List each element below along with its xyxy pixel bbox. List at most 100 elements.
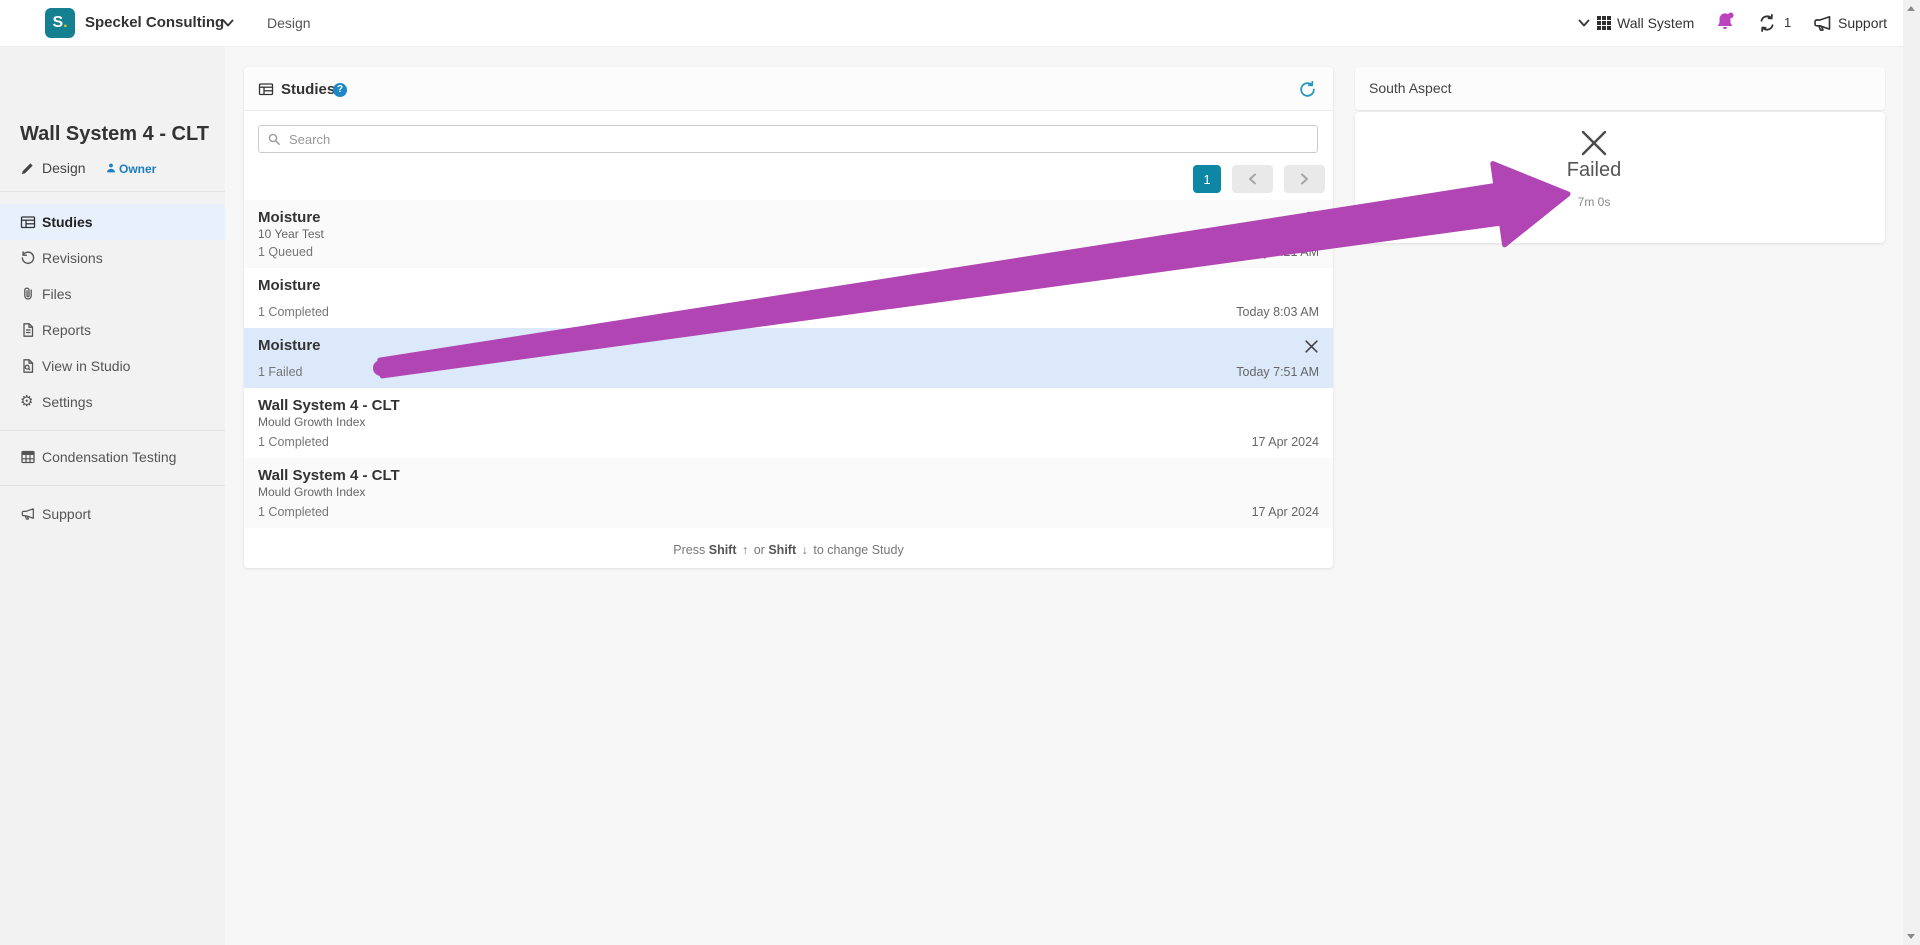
aspect-status-card: Failed 7m 0s: [1355, 112, 1885, 243]
project-title: Wall System 4 - CLT: [20, 123, 220, 146]
workspace-grid-icon[interactable]: [1596, 15, 1612, 31]
duration-label: 7m 0s: [1329, 195, 1859, 209]
study-subtitle: 10 Year Test: [258, 227, 324, 241]
study-status: 1 Failed: [258, 365, 302, 379]
sidebar-item-label: Condensation Testing: [42, 449, 176, 465]
notification-bell-icon[interactable]: [1714, 11, 1736, 33]
aspect-status-content: Failed 7m 0s: [1329, 128, 1859, 209]
arrow-up-icon: ↑: [740, 543, 750, 557]
status-label: Failed: [1329, 159, 1859, 182]
owner-badge[interactable]: Owner: [119, 162, 156, 176]
previous-page-button[interactable]: [1232, 165, 1273, 193]
paperclip-icon: [20, 286, 36, 302]
topnav-design[interactable]: Design: [267, 15, 311, 31]
study-timestamp: Today 7:51 AM: [1236, 365, 1319, 379]
aspect-panel-header: South Aspect: [1355, 67, 1885, 110]
study-status: 1 Completed: [258, 305, 329, 319]
arrow-down-icon: ↓: [800, 543, 810, 557]
pagination: 1: [1193, 165, 1325, 193]
sync-count: 1: [1784, 15, 1791, 30]
top-bar: S. Speckel Consulting Design Wall System…: [0, 0, 1903, 47]
sidebar-item-label: Reports: [42, 322, 91, 338]
study-title: Moisture: [258, 337, 321, 354]
sidebar-item-studies[interactable]: Studies: [0, 204, 225, 240]
sync-icon[interactable]: [1757, 13, 1777, 33]
logo-letter: S: [52, 14, 63, 32]
study-row-wallsystem-1[interactable]: Wall System 4 - CLT Mould Growth Index 1…: [244, 388, 1333, 458]
aspect-title: South Aspect: [1369, 80, 1452, 96]
logo-dot: .: [63, 14, 67, 32]
study-title: Wall System 4 - CLT: [258, 467, 400, 484]
owner-person-icon: [105, 162, 117, 174]
studies-grid-icon: [258, 81, 274, 97]
sidebar-nav: Studies Revisions Files Reports View in …: [0, 204, 225, 420]
keyboard-hint: Press Shift ↑ or Shift ↓ to change Study: [244, 543, 1333, 557]
sidebar-item-revisions[interactable]: Revisions: [0, 240, 225, 276]
study-status: 1 Queued: [258, 245, 313, 259]
study-row-moisture-failed-selected[interactable]: Moisture 1 Failed Today 7:51 AM: [244, 328, 1333, 388]
search-icon: [267, 132, 281, 146]
hint-text: to change Study: [813, 543, 903, 557]
sidebar-item-label: Files: [42, 286, 72, 302]
megaphone-icon: [20, 506, 36, 522]
refresh-icon[interactable]: [1298, 80, 1317, 99]
workspace-chevron-down-icon[interactable]: [1578, 19, 1590, 28]
table-icon: [20, 449, 36, 465]
study-status: 1 Completed: [258, 435, 329, 449]
study-title: Moisture: [258, 209, 321, 226]
sidebar-item-label: Revisions: [42, 250, 103, 266]
study-row-wallsystem-2[interactable]: Wall System 4 - CLT Mould Growth Index 1…: [244, 458, 1333, 528]
hourglass-icon: [1305, 211, 1319, 225]
support-megaphone-icon[interactable]: [1812, 13, 1833, 34]
hint-text: Press: [673, 543, 705, 557]
studies-panel-header: Studies ?: [244, 67, 1333, 111]
study-row-moisture-queued[interactable]: Moisture 10 Year Test 1 Queued Today 8:2…: [244, 200, 1333, 268]
scroll-up-arrow[interactable]: [1907, 6, 1915, 11]
speckel-logo[interactable]: S.: [45, 8, 75, 38]
study-status: 1 Completed: [258, 505, 329, 519]
edit-pencil-icon[interactable]: [20, 161, 35, 176]
workspace-name[interactable]: Wall System: [1617, 15, 1694, 31]
study-timestamp: 17 Apr 2024: [1252, 505, 1319, 519]
study-row-moisture-completed[interactable]: Moisture 1 Completed Today 8:03 AM: [244, 268, 1333, 328]
topbar-support-label[interactable]: Support: [1838, 15, 1887, 31]
sidebar-divider: [0, 430, 225, 431]
sidebar-item-view-in-studio[interactable]: View in Studio: [0, 348, 225, 384]
page-scrollbar[interactable]: [1903, 0, 1920, 945]
help-icon[interactable]: ?: [333, 83, 347, 97]
search-input[interactable]: [258, 125, 1318, 153]
study-timestamp: Today 8:03 AM: [1236, 305, 1319, 319]
sidebar-item-files[interactable]: Files: [0, 276, 225, 312]
studies-grid-icon: [20, 214, 36, 230]
studies-panel: Studies ? 1 Moisture 10 Year Test 1 Queu…: [244, 67, 1333, 568]
org-name[interactable]: Speckel Consulting: [85, 14, 224, 31]
close-icon[interactable]: [1304, 339, 1319, 354]
study-list: Moisture 10 Year Test 1 Queued Today 8:2…: [244, 200, 1333, 528]
study-subtitle: Mould Growth Index: [258, 415, 365, 429]
history-icon: [20, 250, 36, 266]
chevron-down-icon[interactable]: [222, 19, 234, 28]
next-page-button[interactable]: [1284, 165, 1325, 193]
sidebar-item-label: View in Studio: [42, 358, 130, 374]
sidebar: Wall System 4 - CLT Design Owner Studies…: [0, 47, 225, 945]
gear-icon: ⚙: [20, 392, 33, 410]
studies-panel-title: Studies: [281, 81, 335, 98]
sidebar-item-settings[interactable]: ⚙ Settings: [0, 384, 225, 420]
sidebar-item-condensation-testing[interactable]: Condensation Testing: [0, 439, 225, 475]
study-subtitle: Mould Growth Index: [258, 485, 365, 499]
hint-shift: Shift: [709, 543, 737, 557]
sidebar-item-support[interactable]: Support: [0, 496, 225, 532]
sidebar-item-label: Support: [42, 506, 91, 522]
failed-x-icon: [1579, 128, 1609, 158]
scroll-down-arrow[interactable]: [1907, 934, 1915, 939]
study-timestamp: Today 8:21 AM: [1236, 245, 1319, 259]
study-title: Wall System 4 - CLT: [258, 397, 400, 414]
sidebar-item-reports[interactable]: Reports: [0, 312, 225, 348]
document-search-icon: [20, 358, 36, 374]
sidebar-divider: [0, 485, 225, 486]
project-mode-label[interactable]: Design: [42, 160, 86, 176]
sidebar-item-label: Settings: [42, 394, 93, 410]
page-1-button[interactable]: 1: [1193, 165, 1221, 193]
document-icon: [20, 322, 36, 338]
sidebar-item-label: Studies: [42, 214, 93, 230]
